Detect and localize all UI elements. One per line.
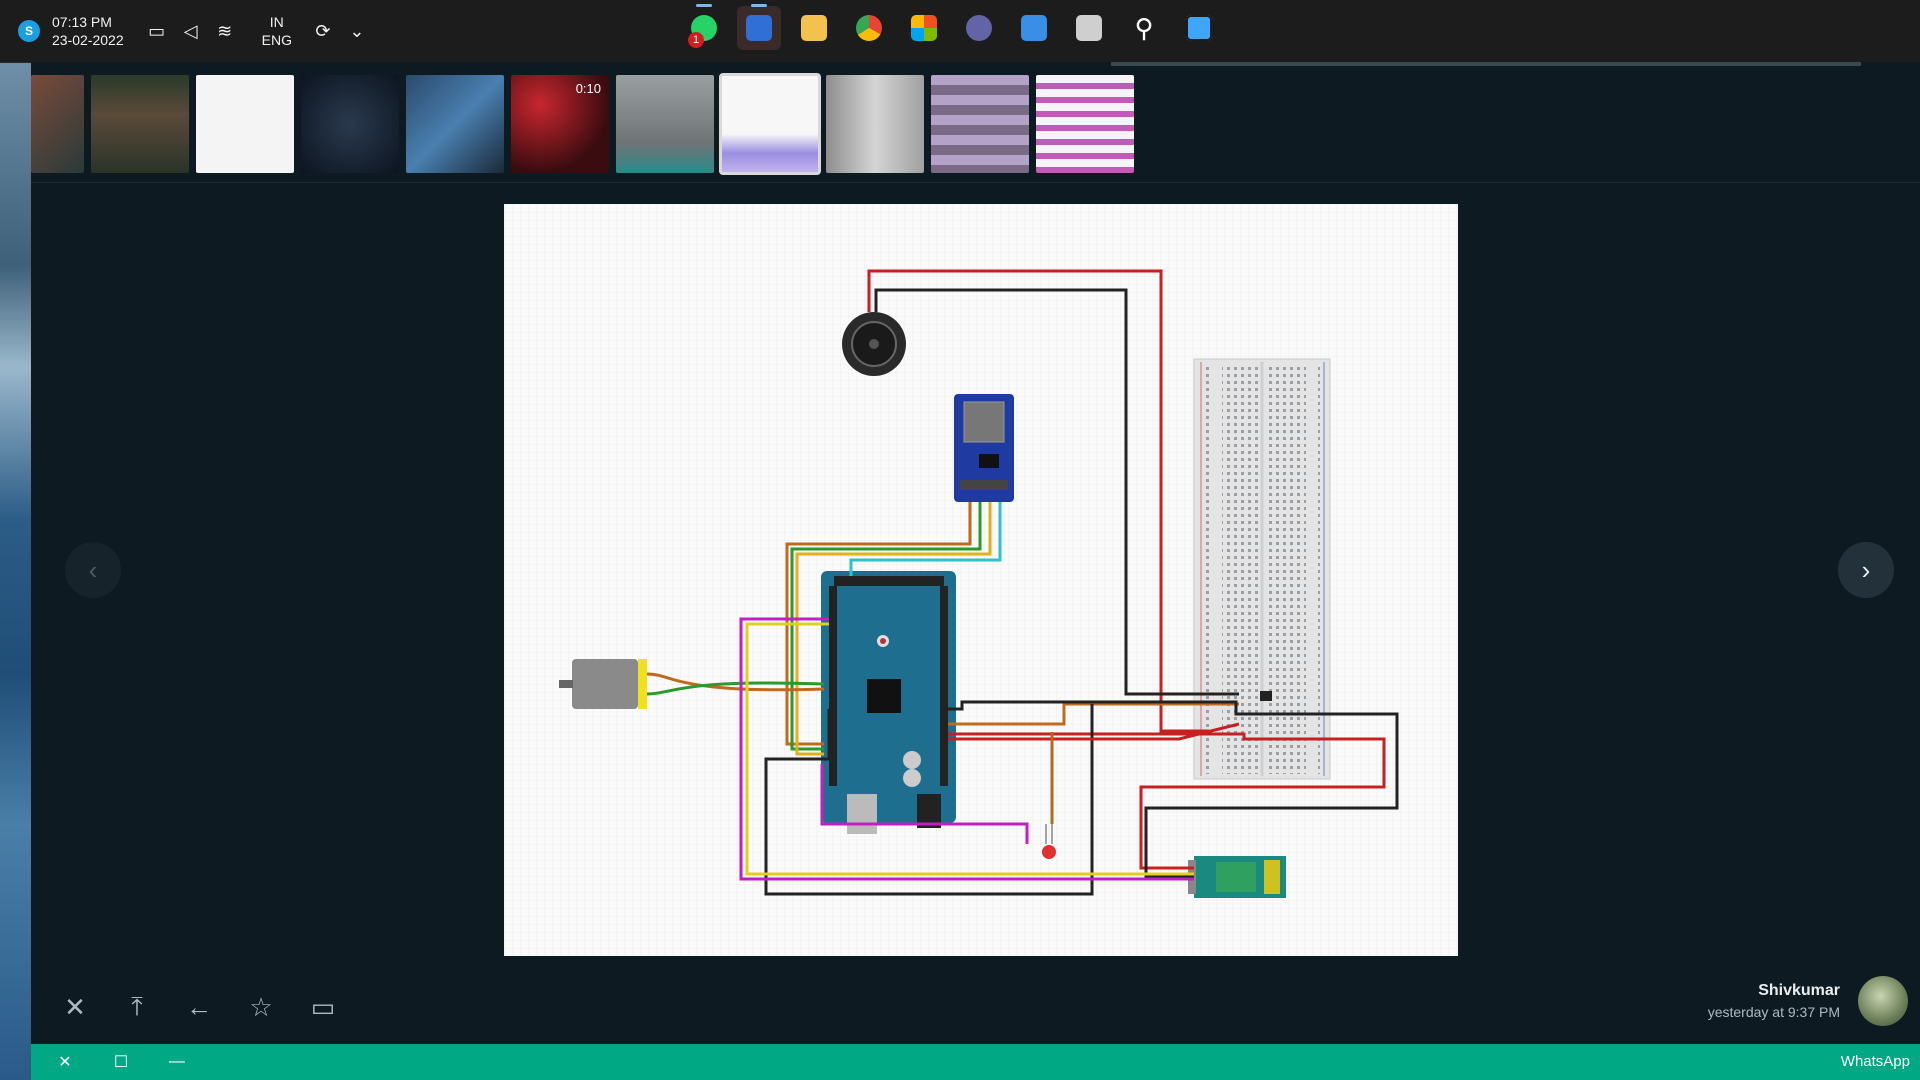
- maximize-icon: ☐: [113, 1054, 129, 1071]
- taskbar: S 07:13 PM 23-02-2022 ▭ ◁ ≋ IN ENG ⟳ ⌄ 1: [0, 0, 1920, 63]
- desktop-wallpaper-strip: [0, 62, 31, 1080]
- show-in-chat-button[interactable]: ▭: [307, 991, 339, 1023]
- chat-bubble-icon: ▭: [310, 991, 336, 1022]
- chat-icon: [966, 15, 992, 41]
- forward-button[interactable]: ←: [183, 991, 215, 1023]
- window-close-button[interactable]: ✕: [37, 1044, 93, 1080]
- breadboard: [1193, 358, 1331, 780]
- search-icon: ⚲: [1134, 12, 1154, 43]
- language-bottom: ENG: [261, 32, 292, 48]
- sender-info: Shivkumar yesterday at 9:37 PM: [1708, 976, 1908, 1026]
- taskbar-whatsapp-button[interactable]: 1: [682, 4, 726, 50]
- star-button[interactable]: ☆: [245, 991, 277, 1023]
- minimize-icon: —: [169, 1053, 185, 1070]
- volume-icon[interactable]: ◁: [180, 21, 202, 42]
- avatar[interactable]: [1858, 976, 1908, 1026]
- thumbnail-divider: [31, 182, 1920, 183]
- thumbnail[interactable]: [1036, 75, 1134, 173]
- notification-badge: 1: [688, 32, 704, 48]
- thumbnail[interactable]: [301, 75, 399, 173]
- circuit-diagram: [504, 204, 1458, 956]
- bluetooth-module: [1188, 856, 1286, 898]
- sd-card-module: [954, 394, 1014, 502]
- app-titlebar: ✕ ☐ — WhatsApp: [31, 1044, 1920, 1080]
- taskbar-start-button[interactable]: [1177, 6, 1221, 50]
- sender-text: Shivkumar yesterday at 9:37 PM: [1708, 982, 1840, 1020]
- thumbnail[interactable]: [406, 75, 504, 173]
- mail-icon: [746, 15, 772, 41]
- arduino-mega: [821, 571, 956, 834]
- language-top: IN: [269, 14, 284, 30]
- thumbnail[interactable]: [196, 75, 294, 173]
- taskbar-task-view-button[interactable]: [1067, 6, 1111, 50]
- clock[interactable]: 07:13 PM 23-02-2022: [52, 13, 124, 49]
- sensor-chip: [1260, 691, 1272, 701]
- clock-time: 07:13 PM: [52, 14, 112, 30]
- skype-badge-icon[interactable]: S: [18, 20, 40, 42]
- app-title: WhatsApp: [1840, 1053, 1910, 1070]
- media-viewer: 0:10 ‹ › ✕ ⤒ ← ☆ ▭ Shivkumar yesterday a…: [31, 62, 1920, 1080]
- window-controls: ✕ ☐ —: [37, 1044, 205, 1080]
- taskbar-mail-button[interactable]: [737, 4, 781, 50]
- star-icon: ☆: [249, 991, 273, 1022]
- task-view-icon: [1076, 15, 1102, 41]
- taskbar-teams-button[interactable]: [957, 6, 1001, 50]
- previous-button[interactable]: ‹: [65, 542, 121, 598]
- sender-time: yesterday at 9:37 PM: [1707, 1004, 1840, 1020]
- taskbar-chrome-button[interactable]: [847, 6, 891, 50]
- download-icon: ⤒: [131, 991, 143, 1021]
- arrow-left-icon: ←: [186, 991, 212, 1022]
- window-maximize-button[interactable]: ☐: [93, 1044, 149, 1080]
- sender-name: Shivkumar: [1758, 982, 1840, 999]
- taskbar-store-button[interactable]: [902, 6, 946, 50]
- taskbar-file-explorer-button[interactable]: [792, 6, 836, 50]
- wifi-icon[interactable]: ≋: [214, 21, 236, 42]
- chevron-down-icon[interactable]: ⌄: [346, 21, 368, 42]
- video-duration: 0:10: [575, 81, 601, 96]
- thumbnail[interactable]: [31, 75, 84, 173]
- thumbnail[interactable]: [931, 75, 1029, 173]
- taskbar-apps: 1 ⚲: [682, 4, 1221, 56]
- thumbnail[interactable]: [91, 75, 189, 173]
- viewer-top-line: [1111, 62, 1861, 66]
- thumbnail-video[interactable]: 0:10: [511, 75, 609, 173]
- close-icon: ✕: [64, 991, 86, 1022]
- close-icon: ✕: [58, 1054, 72, 1071]
- speaker: [842, 312, 906, 376]
- chevron-left-icon: ‹: [88, 554, 98, 585]
- widgets-icon: [1021, 15, 1047, 41]
- folder-icon: [801, 15, 827, 41]
- download-button[interactable]: ⤒: [121, 991, 153, 1023]
- thumbnail[interactable]: [826, 75, 924, 173]
- system-tray: S 07:13 PM 23-02-2022 ▭ ◁ ≋ IN ENG ⟳ ⌄: [18, 8, 368, 54]
- windows-start-icon: [1186, 15, 1212, 41]
- window-minimize-button[interactable]: —: [149, 1044, 205, 1080]
- viewer-actions: ✕ ⤒ ← ☆ ▭: [59, 991, 339, 1023]
- dc-motor: [559, 659, 647, 709]
- thumbnail[interactable]: [616, 75, 714, 173]
- battery-icon[interactable]: ▭: [146, 21, 168, 42]
- store-icon: [911, 15, 937, 41]
- close-viewer-button[interactable]: ✕: [59, 991, 91, 1023]
- circuit-image: [504, 204, 1458, 956]
- sync-icon[interactable]: ⟳: [312, 21, 334, 42]
- next-button[interactable]: ›: [1838, 542, 1894, 598]
- taskbar-search-button[interactable]: ⚲: [1122, 6, 1166, 50]
- clock-date: 23-02-2022: [52, 32, 124, 48]
- thumbnail-selected[interactable]: [719, 73, 821, 175]
- language-indicator[interactable]: IN ENG: [262, 13, 292, 49]
- chevron-right-icon: ›: [1861, 554, 1871, 585]
- taskbar-widgets-button[interactable]: [1012, 6, 1056, 50]
- chrome-icon: [856, 15, 882, 41]
- thumbnail-strip: 0:10: [31, 73, 1134, 175]
